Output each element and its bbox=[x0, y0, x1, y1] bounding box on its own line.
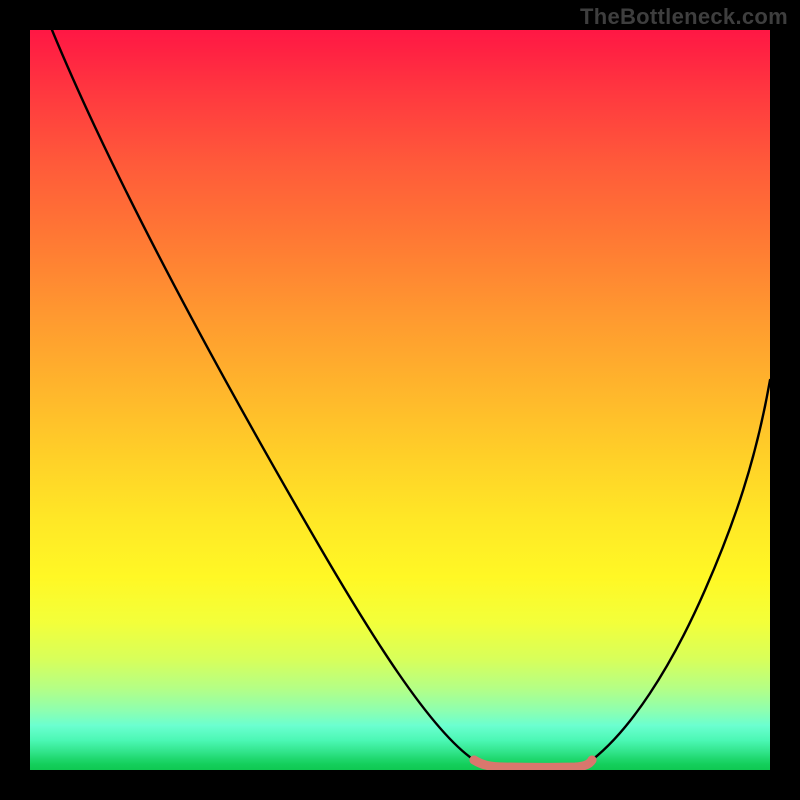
optimal-range-end-right bbox=[588, 756, 597, 765]
optimal-range-end-left bbox=[470, 756, 479, 765]
curve-left bbox=[52, 30, 474, 760]
watermark-text: TheBottleneck.com bbox=[580, 4, 788, 30]
curve-overlay bbox=[30, 30, 770, 770]
plot-area bbox=[30, 30, 770, 770]
chart-container: TheBottleneck.com bbox=[0, 0, 800, 800]
optimal-range-marker bbox=[474, 760, 592, 767]
curve-right bbox=[592, 380, 770, 760]
